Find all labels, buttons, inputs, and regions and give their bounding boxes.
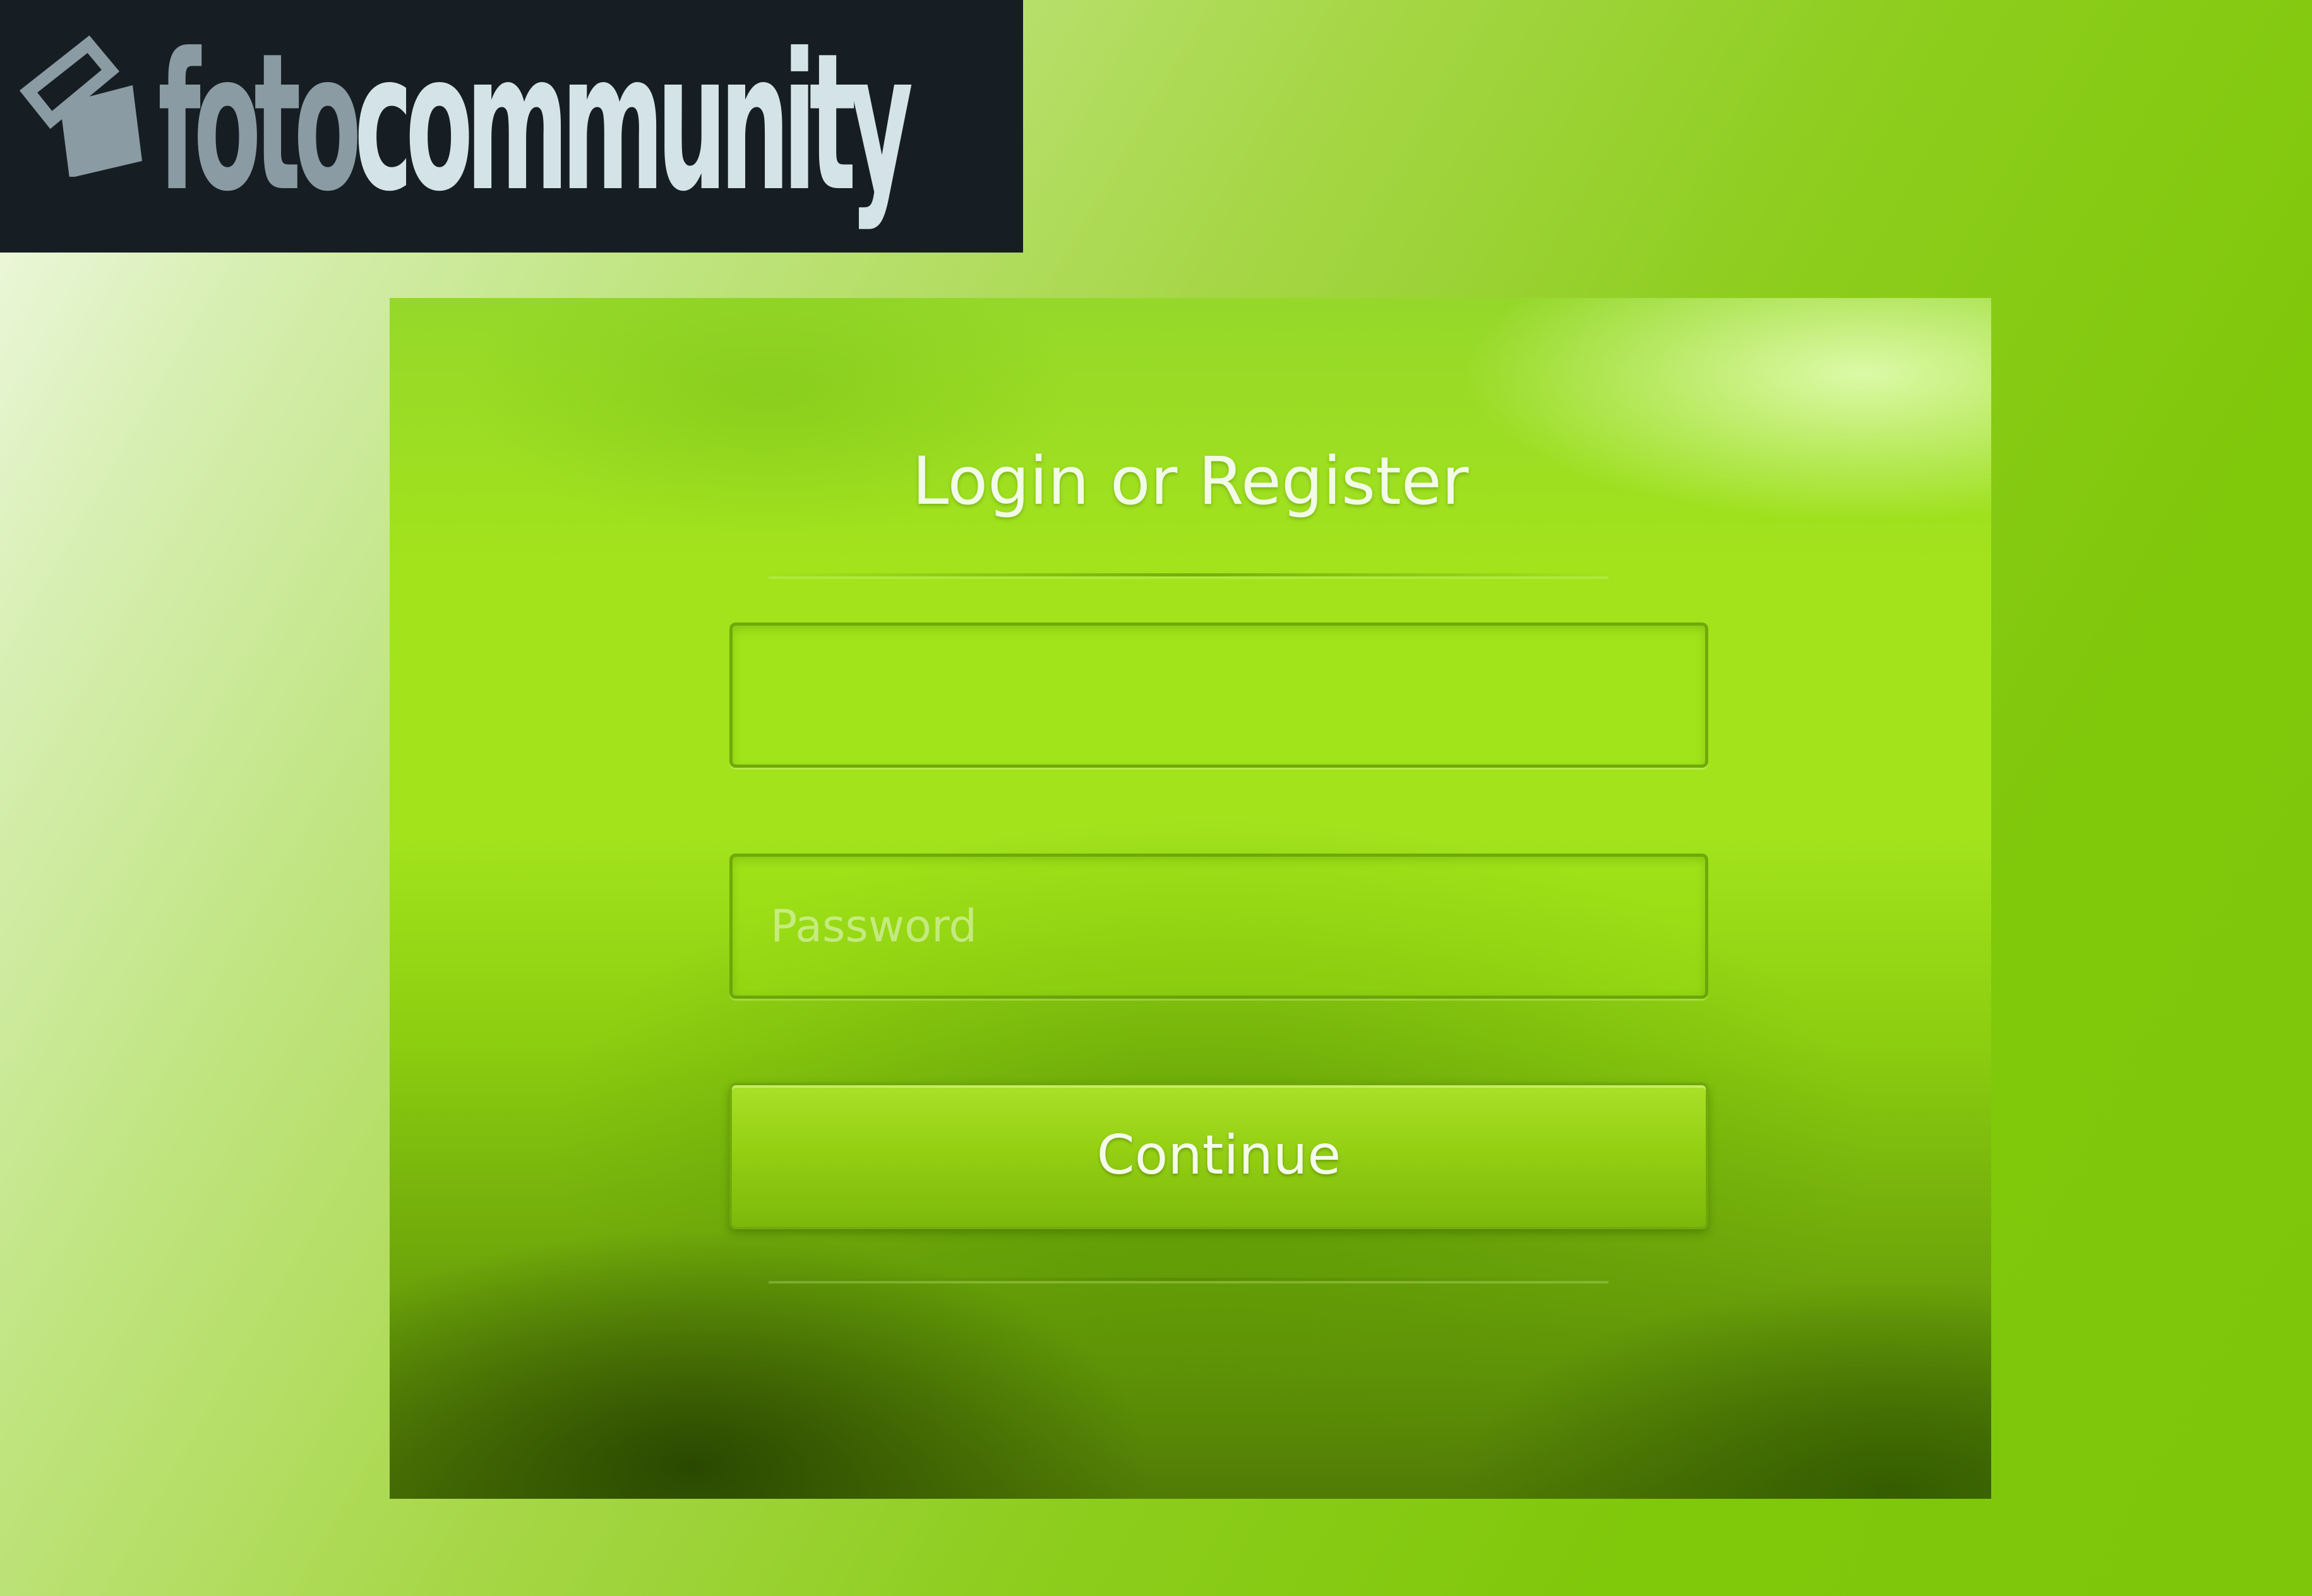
username-input[interactable]	[729, 622, 1708, 768]
login-panel: Login or Register Continue	[390, 298, 1991, 1499]
password-input[interactable]	[729, 854, 1708, 999]
continue-button[interactable]: Continue	[729, 1083, 1708, 1229]
logo-text-foto: foto	[158, 13, 361, 233]
photo-frame-icon	[19, 35, 142, 177]
logo-text-community: community	[354, 13, 913, 233]
logo-banner: foto community	[0, 0, 1023, 253]
divider-top	[769, 573, 1608, 576]
logo-wordmark: foto community	[158, 13, 913, 234]
divider-bottom	[769, 1278, 1608, 1281]
login-title: Login or Register	[912, 443, 1469, 520]
